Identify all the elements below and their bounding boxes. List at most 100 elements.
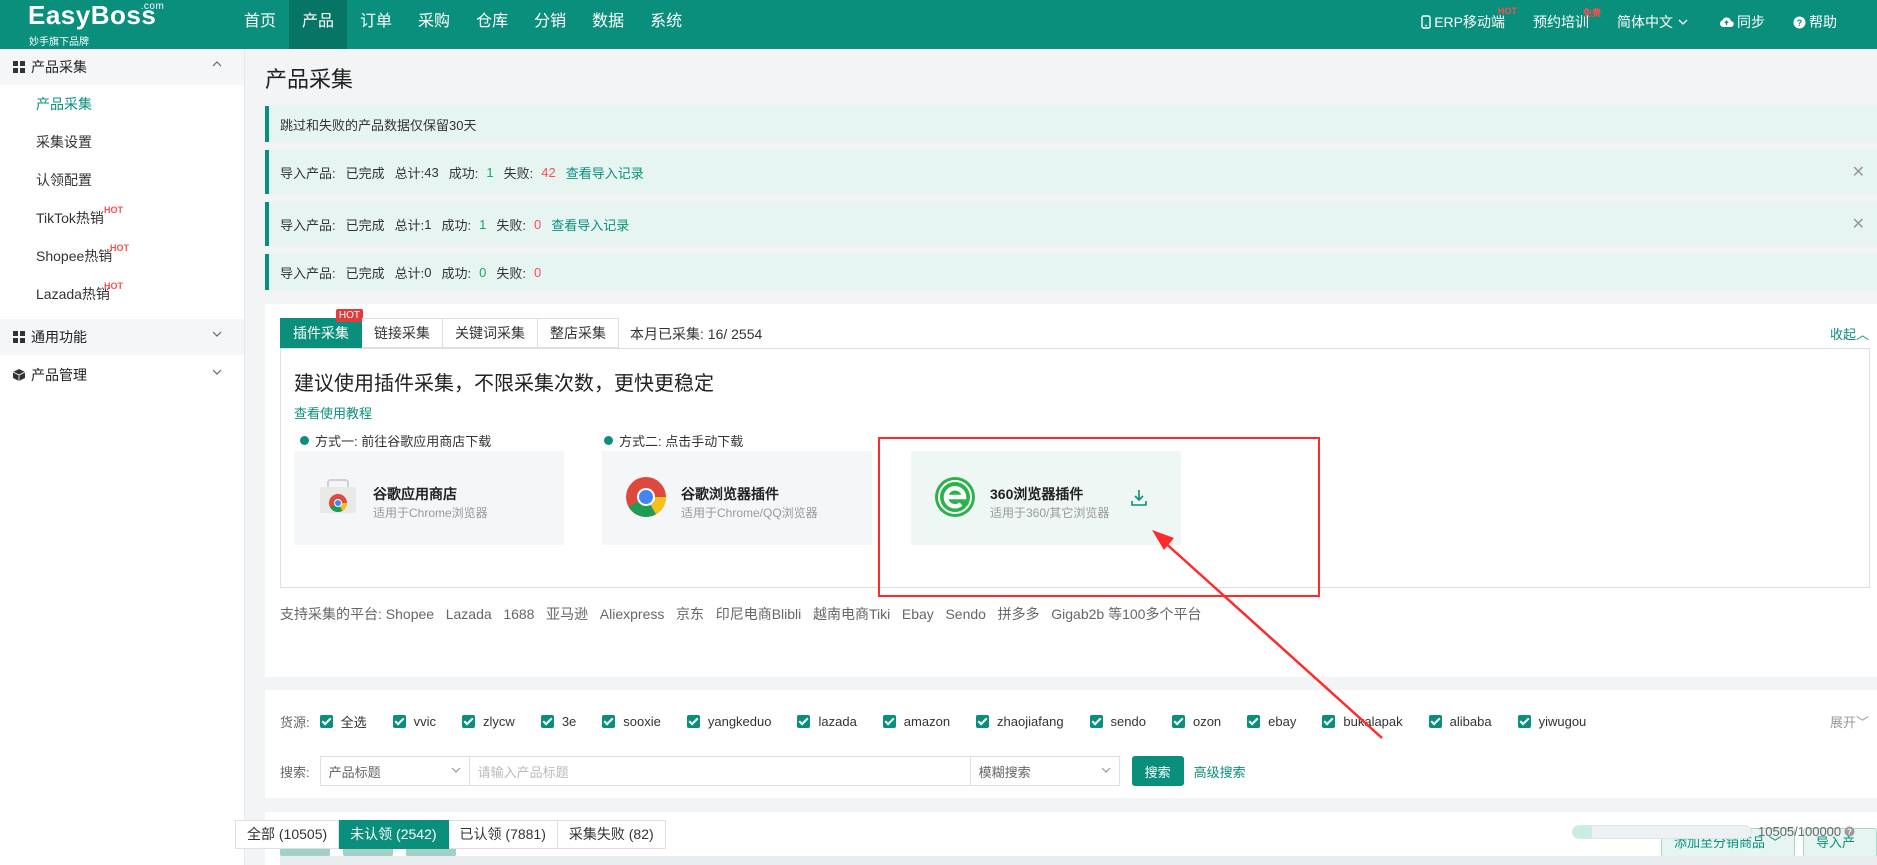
source-checkbox[interactable]: 全选 (319, 712, 367, 731)
import-fail-label: 失败: (496, 217, 526, 233)
close-icon[interactable]: ✕ (1852, 214, 1865, 234)
sidebar-item-label: TikTok热销 (36, 210, 104, 226)
search-placeholder: 请输入产品标题 (477, 764, 569, 780)
claim-status-tabs: 全部 (10505) 未认领 (2542) 已认领 (7881) 采集失败 (8… (235, 820, 666, 849)
source-checkbox[interactable]: amazon (882, 712, 951, 731)
source-checkbox[interactable]: ebay (1247, 712, 1296, 731)
source-checkbox[interactable]: zhaojiafang (976, 712, 1064, 731)
tutorial-link[interactable]: 查看使用教程 (294, 403, 372, 422)
source-checkbox[interactable]: sendo (1089, 712, 1146, 731)
tab-all[interactable]: 全部 (10505) (235, 820, 340, 849)
search-field-select[interactable]: 产品标题 (319, 756, 470, 786)
tab-link-collect[interactable]: 链接采集 (362, 318, 443, 348)
source-checkbox[interactable]: sooxie (602, 712, 661, 731)
card-desc: 适用于Chrome/QQ浏览器 (681, 506, 818, 520)
import-total: 43 (424, 164, 439, 180)
tab-keyword-collect[interactable]: 关键词采集 (443, 318, 538, 348)
top-bar: EasyBoss .com 妙手旗下品牌 首页 产品 订单 采购 仓库 分销 数据… (0, 0, 1877, 49)
import-prefix: 导入产品: (280, 265, 336, 281)
chevron-down-icon: ﹀ (1855, 715, 1869, 730)
sidebar-item-lazada-hot[interactable]: Lazada热销 HOT (0, 275, 244, 313)
help-label: 帮助 (1809, 14, 1837, 30)
source-checkbox[interactable]: 3e (540, 712, 577, 731)
chevron-down-icon (212, 331, 222, 337)
view-import-records-link[interactable]: 查看导入记录 (551, 215, 629, 234)
nav-data[interactable]: 数据 (579, 0, 637, 49)
nav-product[interactable]: 产品 (289, 0, 348, 49)
source-checkbox[interactable]: zlycw (462, 712, 515, 731)
import-total-label: 总计: (394, 265, 425, 281)
brand-name: EasyBoss (28, 0, 157, 30)
training-link[interactable]: 预约培训 免费 (1533, 8, 1601, 32)
checkbox-checked-icon (1322, 715, 1336, 728)
import-status: 已完成 (345, 165, 385, 181)
import-success-label: 成功: (448, 165, 479, 181)
import-total: 0 (424, 264, 432, 280)
main-nav: 首页 产品 订单 采购 仓库 分销 数据 系统 (231, 0, 695, 49)
source-checkbox[interactable]: bukalapak (1322, 712, 1403, 731)
checkbox-checked-icon (462, 715, 476, 728)
checkbox-checked-icon (797, 715, 811, 728)
sidebar-group-common[interactable]: 通用功能 (0, 319, 244, 355)
match-mode-value: 模糊搜索 (978, 764, 1031, 780)
chrome-store-card[interactable]: 谷歌应用商店 适用于Chrome浏览器 (294, 451, 564, 545)
checkbox-label: amazon (903, 714, 951, 729)
checkbox-checked-icon (1247, 715, 1261, 728)
import-total-label: 总计: (394, 165, 425, 181)
tab-collect-failed[interactable]: 采集失败 (82) (557, 820, 666, 849)
source-checkbox[interactable]: ozon (1171, 712, 1221, 731)
checkbox-checked-icon (686, 715, 700, 728)
sync-button[interactable]: 同步 (1719, 12, 1765, 32)
source-checkbox[interactable]: yangkeduo (686, 712, 771, 731)
card-title: 谷歌应用商店 (373, 486, 457, 502)
tab-claimed[interactable]: 已认领 (7881) (448, 820, 558, 849)
nav-distribution[interactable]: 分销 (521, 0, 579, 49)
chevron-down-icon (1678, 19, 1691, 25)
source-checkbox[interactable]: lazada (797, 712, 857, 731)
match-mode-select[interactable]: 模糊搜索 (969, 756, 1120, 786)
view-import-records-link[interactable]: 查看导入记录 (566, 163, 644, 182)
svg-text:?: ? (1847, 828, 1852, 837)
sidebar-item-product-collect[interactable]: 产品采集 (0, 85, 244, 123)
sidebar-group-collect[interactable]: 产品采集 (0, 49, 244, 85)
nav-home[interactable]: 首页 (231, 0, 289, 49)
nav-system[interactable]: 系统 (637, 0, 695, 49)
import-status: 已完成 (345, 217, 385, 233)
question-icon[interactable]: ? (1844, 826, 1855, 837)
annotation-highlight-box (878, 437, 1320, 597)
source-checkbox[interactable]: alibaba (1428, 712, 1492, 731)
checkbox-label: alibaba (1449, 714, 1492, 729)
nav-purchase[interactable]: 采购 (405, 0, 463, 49)
expand-toggle[interactable]: 展开﹀ (1830, 712, 1869, 731)
bullet-dot (604, 436, 613, 445)
chevron-up-icon (212, 61, 222, 67)
collapse-toggle[interactable]: 收起︿ (1830, 324, 1869, 343)
question-icon: ? (1793, 16, 1809, 29)
checkbox-checked-icon (319, 715, 333, 728)
source-checkbox[interactable]: vvic (392, 712, 436, 731)
search-input[interactable]: 请输入产品标题 (469, 756, 970, 786)
checkbox-label: 3e (561, 714, 577, 729)
chrome-plugin-card[interactable]: 谷歌浏览器插件 适用于Chrome/QQ浏览器 (602, 451, 872, 545)
source-checkbox[interactable]: yiwugou (1517, 712, 1586, 731)
help-button[interactable]: ? 帮助 (1793, 12, 1837, 32)
sidebar-group-product-manage[interactable]: 产品管理 (0, 357, 244, 393)
brand-com: .com (140, 1, 165, 12)
erp-mobile-link[interactable]: ERP移动端 HOT (1421, 6, 1517, 32)
mobile-icon (1421, 15, 1434, 29)
tab-store-collect[interactable]: 整店采集 (538, 318, 619, 348)
sidebar-item-collect-settings[interactable]: 采集设置 (0, 123, 244, 161)
language-select[interactable]: 简体中文 (1617, 12, 1691, 32)
tab-unclaimed[interactable]: 未认领 (2542) (339, 820, 449, 849)
nav-warehouse[interactable]: 仓库 (463, 0, 521, 49)
search-button[interactable]: 搜索 (1131, 756, 1184, 786)
brand-logo[interactable]: EasyBoss .com 妙手旗下品牌 (28, 0, 168, 49)
page-title: 产品采集 (265, 67, 354, 92)
close-icon[interactable]: ✕ (1852, 162, 1865, 182)
import-success-label: 成功: (441, 265, 472, 281)
quota-text: 10505/100000 (1758, 824, 1842, 839)
advanced-search-link[interactable]: 高级搜索 (1194, 762, 1246, 781)
training-label: 预约培训 (1533, 14, 1589, 30)
nav-order[interactable]: 订单 (347, 0, 405, 49)
tab-plugin-collect[interactable]: 插件采集 HOT (280, 309, 363, 348)
